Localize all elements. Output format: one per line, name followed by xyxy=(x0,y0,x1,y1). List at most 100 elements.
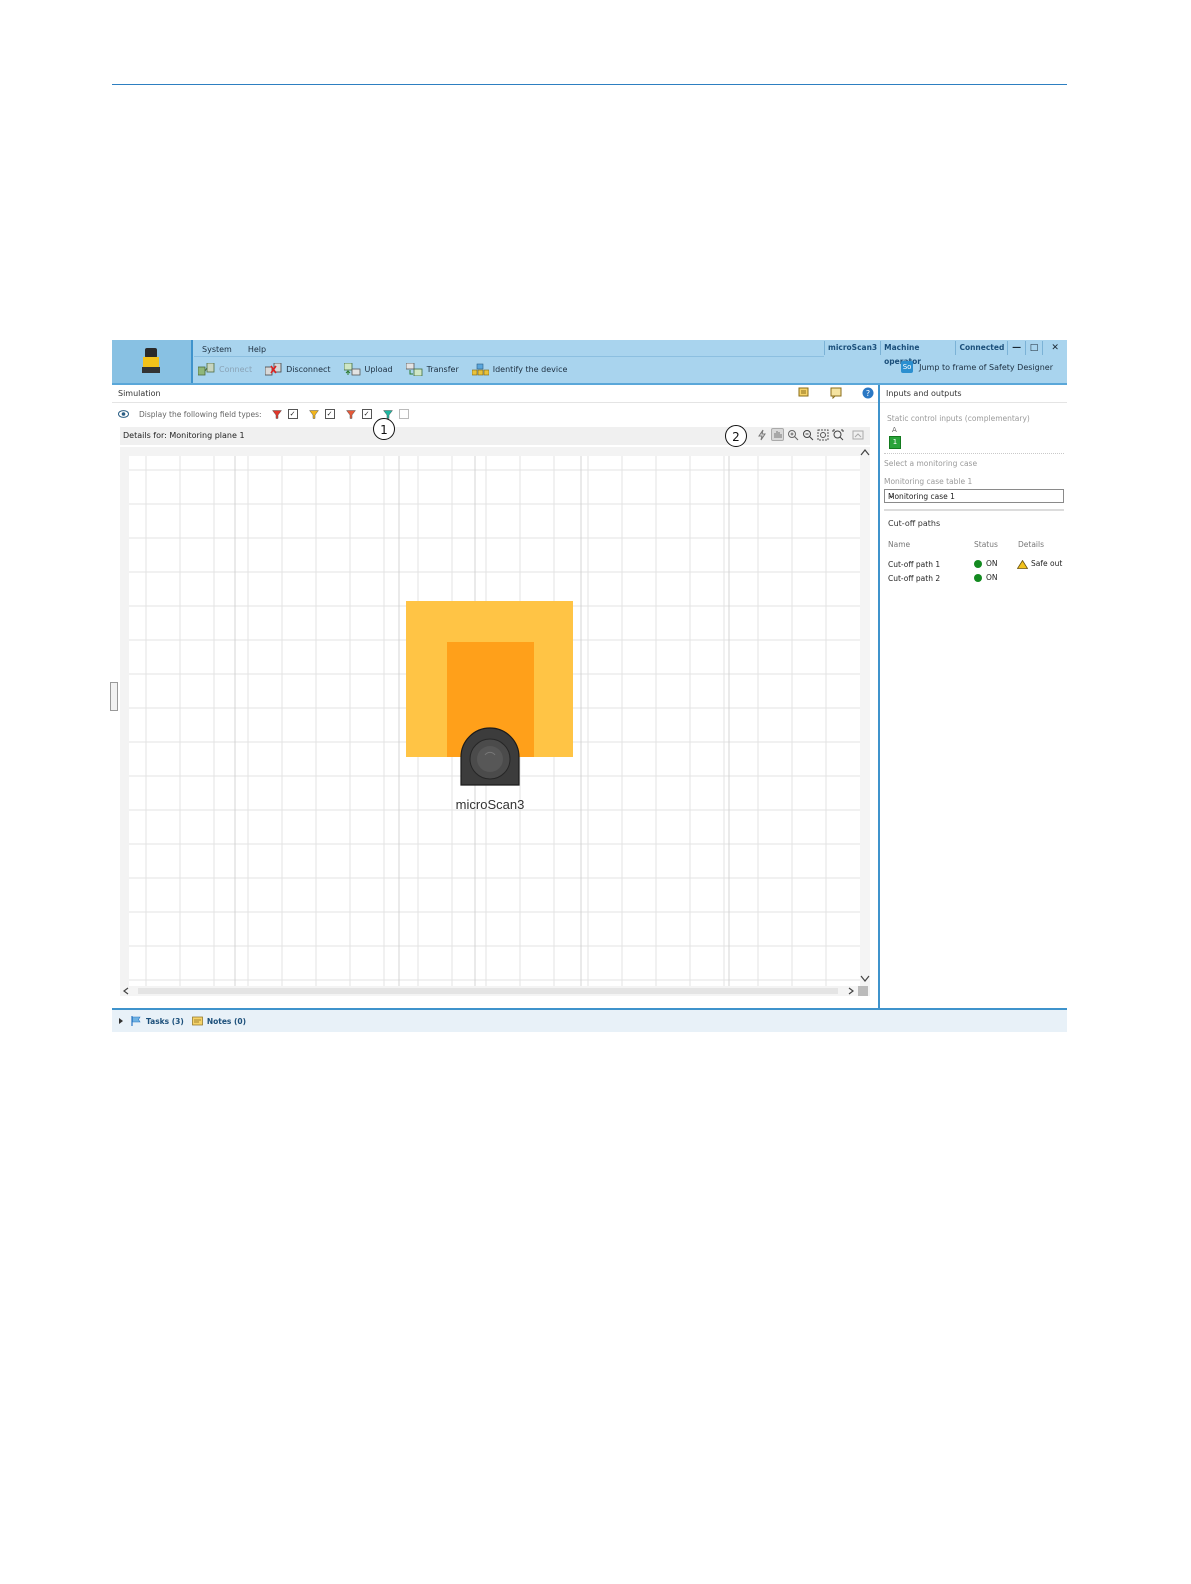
tasks-label: Tasks (3) xyxy=(146,1016,184,1026)
identify-device-label: Identify the device xyxy=(492,364,568,374)
simulation-header-divider xyxy=(112,402,878,403)
jump-to-safety-designer-button[interactable]: So Jump to frame of Safety Designer xyxy=(901,361,1053,373)
menu-system[interactable]: System xyxy=(202,345,232,354)
status-on-icon xyxy=(974,560,982,568)
field-type-filter: Display the following field types: ✓ ✓ ✓ xyxy=(118,409,414,419)
tasks-tab[interactable]: Tasks (3) xyxy=(131,1016,184,1026)
scroll-corner xyxy=(858,986,868,996)
upload-label: Upload xyxy=(364,364,393,374)
identify-device-icon xyxy=(471,363,489,375)
upload-icon xyxy=(343,362,360,375)
connection-status-label: Connected xyxy=(955,341,1007,355)
filter-label: Display the following field types: xyxy=(139,409,262,419)
svg-text:?: ? xyxy=(866,389,870,398)
simulation-canvas[interactable]: microScan3 xyxy=(120,447,870,987)
minimize-button[interactable]: — xyxy=(1007,341,1024,355)
device-label: microScan3 xyxy=(456,797,525,812)
field-type-1-checkbox[interactable]: ✓ xyxy=(287,409,298,419)
safety-designer-icon: So xyxy=(901,361,914,373)
zoom-area-icon[interactable] xyxy=(832,429,844,441)
disconnect-label: Disconnect xyxy=(286,364,331,374)
status-bar: Tasks (3) Notes (0) xyxy=(112,1008,1067,1032)
horizontal-scroll-thumb[interactable] xyxy=(138,988,838,994)
safety-designer-window: System Help microScan3 Machine operator … xyxy=(110,340,1067,1032)
vertical-scrollbar[interactable] xyxy=(860,456,870,987)
field-type-2-checkbox[interactable]: ✓ xyxy=(324,409,335,419)
zoom-out-icon[interactable] xyxy=(802,429,814,441)
hand-pan-icon[interactable] xyxy=(771,428,784,441)
help-icon[interactable]: ? xyxy=(862,387,874,399)
details-label: Details for: Monitoring plane 1 xyxy=(123,431,245,440)
menu-divider xyxy=(194,356,824,357)
flag-icon xyxy=(131,1016,141,1026)
case-table-label: Monitoring case table 1 xyxy=(884,477,973,486)
column-header-status: Status xyxy=(974,540,998,549)
select-case-label: Select a monitoring case xyxy=(884,459,978,468)
eye-icon[interactable] xyxy=(118,410,129,418)
status-text: ON xyxy=(986,573,998,582)
note-icon[interactable] xyxy=(830,387,842,400)
status-on-icon xyxy=(974,574,982,582)
io-title: Inputs and outputs xyxy=(886,389,962,398)
canvas-tools xyxy=(753,428,864,441)
horizontal-ruler xyxy=(120,447,870,456)
simulation-title: Simulation xyxy=(118,389,161,398)
field-type-4-checkbox[interactable] xyxy=(398,409,409,419)
window-status-box: microScan3 Machine operator Connected — … xyxy=(824,341,1067,366)
static-input-indicator[interactable]: 1 xyxy=(889,436,901,449)
export-image-icon[interactable] xyxy=(852,429,864,441)
close-button[interactable]: ✕ xyxy=(1042,341,1067,355)
callout-2: 2 xyxy=(725,425,747,447)
main-toolbar: Connect Disconnect Upload Transfer Ident… xyxy=(198,360,580,378)
notes-icon xyxy=(191,1016,203,1026)
zoom-in-icon[interactable] xyxy=(787,429,799,441)
expand-arrow-icon[interactable] xyxy=(119,1018,123,1024)
user-level-label[interactable]: Machine operator xyxy=(880,341,955,366)
upload-button[interactable]: Upload xyxy=(343,362,393,376)
cutoff-paths-title: Cut-off paths xyxy=(888,519,941,528)
identify-device-button[interactable]: Identify the device xyxy=(471,363,568,376)
io-section-divider xyxy=(884,509,1064,511)
details-text: Safe out xyxy=(1031,559,1063,568)
monitoring-case-select[interactable]: Monitoring case 1 ⌄ xyxy=(884,489,1064,503)
scroll-right-icon[interactable] xyxy=(847,987,855,995)
device-logo xyxy=(112,340,193,383)
field-type-2-icon xyxy=(308,409,319,419)
flash-icon[interactable] xyxy=(756,429,768,441)
menu-help[interactable]: Help xyxy=(248,345,266,354)
callout-1: 1 xyxy=(373,418,395,440)
connect-button[interactable]: Connect xyxy=(198,362,253,376)
connect-label: Connect xyxy=(219,364,253,374)
simulation-header-icons: ? xyxy=(778,387,874,400)
connect-icon xyxy=(198,362,215,375)
microscan3-device[interactable] xyxy=(460,727,520,786)
disconnect-button[interactable]: Disconnect xyxy=(265,362,331,376)
notes-tab[interactable]: Notes (0) xyxy=(191,1016,246,1026)
column-header-details: Details xyxy=(1018,540,1045,549)
cutoff-path-1-details: Safe out xyxy=(1017,559,1062,569)
zoom-fit-icon[interactable] xyxy=(817,429,829,441)
field-type-1-icon xyxy=(271,409,282,419)
cutoff-path-1-name: Cut-off path 1 xyxy=(888,560,941,569)
input-letter: A xyxy=(892,426,897,434)
transfer-icon xyxy=(405,362,422,376)
static-inputs-label: Static control inputs (complementary) xyxy=(887,414,1030,423)
jump-label: Jump to frame of Safety Designer xyxy=(919,362,1053,372)
chevron-down-icon: ⌄ xyxy=(888,491,895,500)
transfer-button[interactable]: Transfer xyxy=(405,362,459,376)
horizontal-scrollbar[interactable] xyxy=(120,986,870,996)
menu-bar: System Help xyxy=(194,342,274,356)
io-dotted-divider xyxy=(884,453,1064,454)
column-header-name: Name xyxy=(888,540,911,549)
scroll-left-icon[interactable] xyxy=(122,987,130,995)
maximize-button[interactable]: □ xyxy=(1024,341,1042,355)
collapse-panel-tab[interactable] xyxy=(110,682,118,711)
device-name-label: microScan3 xyxy=(824,341,880,355)
cutoff-path-2-status: ON xyxy=(974,573,998,582)
io-header-divider xyxy=(880,402,1067,403)
field-type-3-checkbox[interactable]: ✓ xyxy=(361,409,372,419)
transfer-label: Transfer xyxy=(426,364,459,374)
cutoff-path-2-name: Cut-off path 2 xyxy=(888,574,941,583)
report-icon[interactable] xyxy=(798,387,810,399)
vertical-ruler xyxy=(120,456,129,987)
